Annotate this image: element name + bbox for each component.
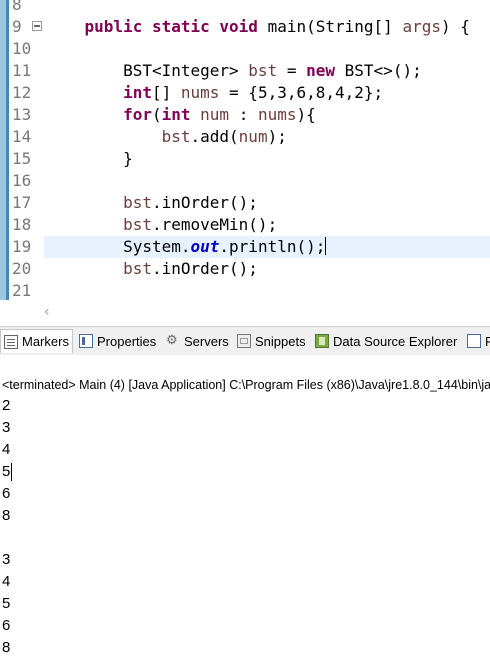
code-text: BST<Integer> bst = new BST<>();	[46, 61, 422, 80]
tab-data-source-label: Data Source Explorer	[333, 333, 458, 349]
tab-overflow-label: P	[485, 333, 490, 349]
tab-overflow[interactable]: P	[464, 329, 490, 353]
code-line[interactable]: 11 BST<Integer> bst = new BST<>();	[0, 60, 490, 82]
tab-snippets-label: Snippets	[255, 333, 306, 349]
console-output-line: 8	[2, 507, 11, 524]
code-text: int[] nums = {5,3,6,8,4,2};	[123, 83, 384, 102]
code-line[interactable]: 12 int[] nums = {5,3,6,8,4,2};	[0, 82, 490, 104]
code-text: bst.inOrder();	[123, 193, 258, 212]
console-output-line: 6	[2, 617, 11, 634]
line-number: 14	[12, 127, 32, 146]
views-tab-bar: Markers Properties Servers Snippets Data…	[0, 326, 490, 356]
text-caret	[11, 463, 12, 481]
line-number: 11	[12, 61, 32, 80]
properties-icon	[467, 334, 481, 348]
code-editor[interactable]: 8 9 public static void main(String[] args…	[0, 0, 490, 326]
code-text: System.out.println();	[46, 237, 327, 256]
code-text: }	[46, 149, 133, 168]
markers-icon	[4, 334, 18, 349]
code-line[interactable]: 21	[0, 280, 490, 302]
console-output-line: 3	[2, 551, 11, 568]
code-line[interactable]: 10	[0, 38, 490, 60]
code-line[interactable]: 16	[0, 170, 490, 192]
console-output-line: 8	[2, 639, 11, 656]
tab-data-source-explorer[interactable]: Data Source Explorer	[312, 329, 460, 353]
console-output-line: 2	[2, 397, 11, 414]
line-number: 15	[12, 149, 32, 168]
code-line[interactable]: 17 bst.inOrder();	[0, 192, 490, 214]
tab-properties[interactable]: Properties	[76, 329, 159, 353]
data-source-icon	[315, 334, 329, 348]
code-text: for(int num : nums){	[123, 105, 316, 124]
code-line[interactable]: 14 bst.add(num);	[0, 126, 490, 148]
console-output-line: 4	[2, 573, 11, 590]
console-status: <terminated> Main (4) [Java Application]…	[2, 378, 490, 392]
tab-properties-label: Properties	[97, 333, 157, 349]
line-number: 19	[12, 237, 32, 256]
line-number: 18	[12, 215, 32, 234]
servers-icon	[166, 332, 180, 348]
tab-markers[interactable]: Markers	[0, 329, 73, 353]
code-text: bst.removeMin();	[123, 215, 278, 234]
code-text: public static void main(String[] args) {	[84, 17, 470, 36]
tab-markers-label: Markers	[22, 334, 69, 349]
line-number: 8	[12, 0, 22, 14]
code-line[interactable]: 8	[0, 0, 490, 16]
horizontal-scrollbar[interactable]: ‹	[0, 300, 490, 326]
line-number: 21	[12, 281, 32, 300]
line-number: 20	[12, 259, 32, 278]
code-line[interactable]: 19 System.out.println();	[0, 236, 490, 258]
tab-snippets[interactable]: Snippets	[234, 329, 309, 353]
console-toolbar	[0, 355, 490, 375]
code-text: bst.inOrder();	[123, 259, 258, 278]
console-output-line: 4	[2, 441, 11, 458]
properties-icon	[79, 334, 93, 348]
line-number: 17	[12, 193, 32, 212]
console-output-line: 5	[2, 595, 11, 612]
console-output-line: 5	[2, 463, 11, 480]
console-output-line: 3	[2, 419, 11, 436]
console-output-line: 6	[2, 485, 11, 502]
code-line[interactable]: 9 public static void main(String[] args)…	[0, 16, 490, 38]
snippets-icon	[237, 334, 251, 348]
code-line[interactable]: 18 bst.removeMin();	[0, 214, 490, 236]
line-number: 10	[12, 39, 32, 58]
collapse-fold-icon[interactable]	[32, 21, 42, 31]
tab-servers-label: Servers	[184, 333, 229, 349]
code-text: bst.add(num);	[161, 127, 287, 146]
code-line[interactable]: 20 bst.inOrder();	[0, 258, 490, 280]
code-line[interactable]: 13 for(int num : nums){	[0, 104, 490, 126]
scroll-left-icon[interactable]: ‹	[44, 304, 50, 320]
code-line[interactable]: 15 }	[0, 148, 490, 170]
line-number: 16	[12, 171, 32, 190]
line-number: 9	[12, 17, 22, 36]
line-number: 13	[12, 105, 32, 124]
line-number: 12	[12, 83, 32, 102]
tab-servers[interactable]: Servers	[163, 329, 232, 353]
